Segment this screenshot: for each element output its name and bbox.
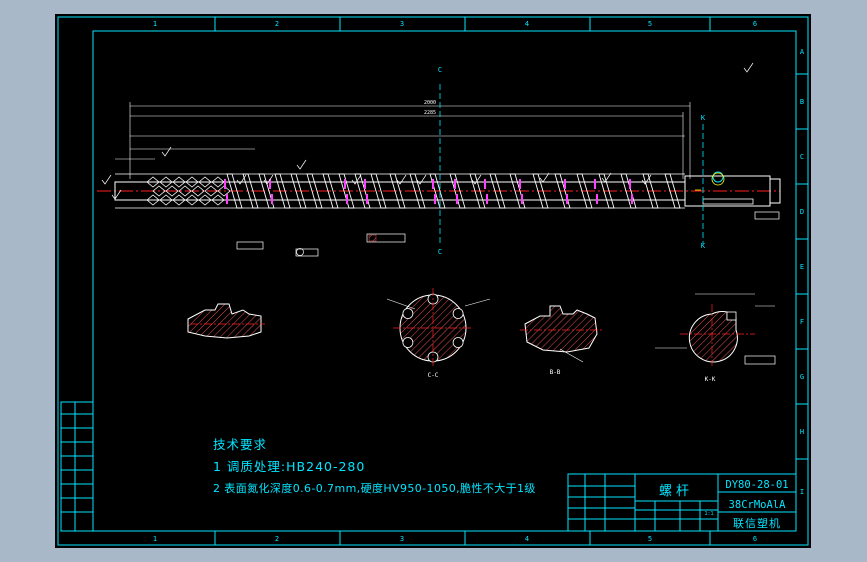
zone-letter-i: I (800, 488, 804, 496)
section-kk-label: K-K (705, 376, 716, 383)
section-letter-c-top: C (438, 66, 442, 74)
zone-number-top-3: 3 (400, 20, 404, 28)
drawing-number: DY80-28-01 (725, 479, 788, 491)
section-bb-label: B-B (550, 369, 561, 376)
scale-value: 1:1 (704, 511, 713, 517)
section-letters: C C K K (438, 66, 706, 256)
zone-number-bottom-5: 5 (648, 535, 652, 543)
zone-letter-f: F (800, 318, 804, 326)
roughness-symbol (743, 62, 754, 73)
section-letter-k-top: K (701, 114, 706, 122)
zone-letter-a: A (800, 48, 805, 56)
material: 38CrMoAlA (729, 499, 787, 511)
zone-number-bottom-4: 4 (525, 535, 529, 543)
zone-number-top-4: 4 (525, 20, 529, 28)
zone-letter-h: H (800, 428, 804, 436)
tech-requirement-1: 1 调质处理:HB240-280 (213, 459, 366, 474)
outer-frame (57, 16, 809, 546)
shank-hole (712, 171, 724, 183)
section-view-kk: K-K (655, 293, 776, 383)
dimension-overall: 2000 (424, 100, 436, 106)
zone-letter-d: D (800, 208, 804, 216)
dimension-second: 2285 (424, 110, 436, 116)
screw-main-view: 2000 2285 C C K K (97, 62, 781, 257)
section-view-1 (187, 303, 265, 339)
tech-requirements-heading: 技术要求 (213, 437, 268, 452)
mixing-slot (402, 337, 414, 348)
hatched-callout (368, 234, 377, 242)
zone-letter-e: E (800, 263, 804, 271)
section-view-cc: C-C (386, 288, 491, 379)
tech-requirement-2: 2 表面氮化深度0.6-0.7mm,硬度HV950-1050,脆性不大于1级 (213, 482, 536, 495)
section-1-body (187, 303, 262, 339)
zone-number-top-2: 2 (275, 20, 279, 28)
mixing-slot (452, 308, 464, 319)
section-view-bb: B-B (520, 305, 603, 376)
section-bb-body (524, 305, 598, 353)
roughness-symbols (101, 62, 754, 200)
zone-number-bottom-3: 3 (400, 535, 404, 543)
zone-number-bottom-1: 1 (153, 535, 157, 543)
drawing-sheet: 1 2 3 4 5 6 1 2 3 4 5 6 A B C D E F G H … (55, 14, 811, 548)
mixing-slot (402, 308, 414, 319)
dimension-lines (115, 102, 691, 179)
zone-letter-c: C (800, 153, 804, 161)
keyway (702, 198, 754, 205)
section-letter-k-bottom: K (701, 242, 706, 250)
roughness-symbol (296, 159, 307, 170)
zone-letter-b: B (800, 98, 804, 106)
part-name: 螺杆 (659, 484, 693, 499)
left-revision-strip (60, 401, 94, 532)
company-name: 联信塑机 (733, 516, 781, 530)
zone-number-top-5: 5 (648, 20, 652, 28)
zone-letter-g: G (800, 373, 804, 381)
section-kk-keyway (726, 311, 737, 321)
roughness-symbol (396, 174, 407, 185)
roughness-symbol (101, 174, 112, 185)
section-cutting-lines (439, 84, 704, 244)
cad-drawing: 1 2 3 4 5 6 1 2 3 4 5 6 A B C D E F G H … (57, 16, 809, 546)
dimension-texts: 2000 2285 (424, 100, 436, 116)
section-cc-label: C-C (428, 372, 439, 379)
zone-number-top-6: 6 (753, 20, 757, 28)
section-letter-c-bottom: C (438, 248, 442, 256)
roughness-symbol (416, 174, 427, 185)
tolerance-frames (236, 211, 780, 257)
zone-number-bottom-2: 2 (275, 535, 279, 543)
roughness-symbol (161, 146, 172, 157)
zone-number-bottom-6: 6 (753, 535, 757, 543)
zone-number-top-1: 1 (153, 20, 157, 28)
mixing-slot (452, 337, 464, 348)
